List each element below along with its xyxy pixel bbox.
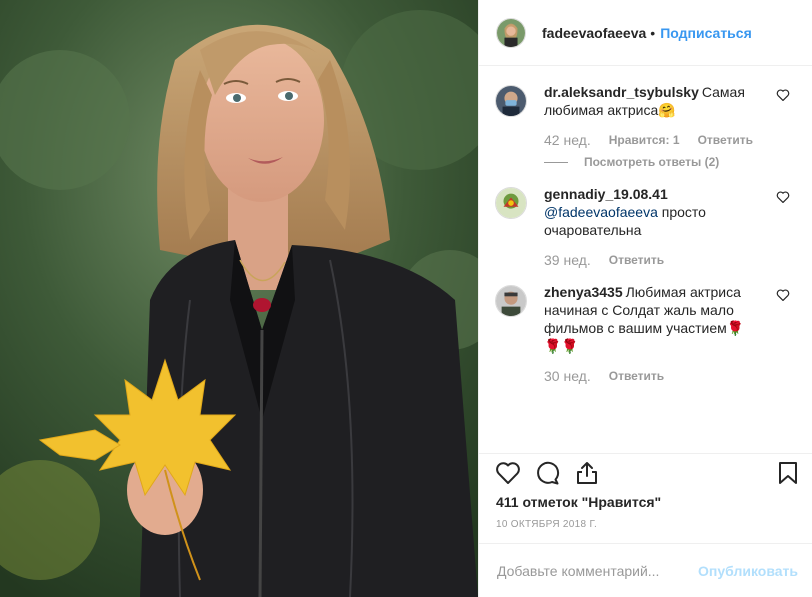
comment-text: dr.aleksandr_tsybulsky Самая любимая актр…: [544, 83, 754, 119]
reply-button[interactable]: Ответить: [698, 133, 753, 147]
reply-button[interactable]: Ответить: [609, 369, 664, 383]
post-sidebar: fadeevaofaeeva • Подписаться dr.aleksand…: [478, 0, 812, 597]
reply-button[interactable]: Ответить: [609, 253, 664, 267]
bookmark-icon[interactable]: [775, 460, 801, 486]
header-separator: •: [650, 24, 656, 41]
commenter-avatar[interactable]: [495, 187, 527, 219]
comments-list[interactable]: dr.aleksandr_tsybulsky Самая любимая актр…: [479, 67, 812, 452]
small-heart-icon[interactable]: [776, 191, 790, 203]
small-heart-icon[interactable]: [776, 289, 790, 301]
view-replies-label: Посмотреть ответы (2): [584, 155, 720, 169]
post-header: fadeevaofaeeva • Подписаться: [479, 0, 812, 66]
comment-meta: 39 нед. Ответить: [544, 253, 754, 267]
publish-button[interactable]: Опубликовать: [698, 563, 798, 579]
author-username[interactable]: fadeevaofaeeva: [542, 25, 646, 41]
commenter-avatar[interactable]: [495, 85, 527, 117]
small-heart-icon[interactable]: [776, 89, 790, 101]
comment-username[interactable]: dr.aleksandr_tsybulsky: [544, 84, 699, 100]
comment-text: gennadiy_19.08.41 @fadeevaofaeeva просто …: [544, 185, 754, 239]
comment-input[interactable]: [495, 561, 699, 580]
comment-meta: 30 нед. Ответить: [544, 369, 754, 383]
comment-time[interactable]: 42 нед.: [544, 133, 591, 147]
commenter-avatar[interactable]: [495, 285, 527, 317]
share-icon[interactable]: [574, 460, 600, 486]
post-actions: [479, 453, 812, 494]
comment-item: zhenya3435 Любимая актриса начиная с Солд…: [495, 283, 812, 383]
photo-image: [0, 0, 478, 597]
comment-meta: 42 нед. Нравится: 1 Ответить: [544, 133, 754, 147]
comment-item: dr.aleksandr_tsybulsky Самая любимая актр…: [495, 83, 812, 169]
likes-count[interactable]: 411 отметок "Нравится": [496, 494, 661, 510]
comment-time[interactable]: 30 нед.: [544, 369, 591, 383]
follow-button[interactable]: Подписаться: [660, 25, 752, 41]
replies-line: [544, 161, 568, 163]
comment-mention[interactable]: @fadeevaofaeeva: [544, 204, 658, 220]
post-date[interactable]: 10 октября 2018 г.: [496, 519, 597, 530]
comment-icon[interactable]: [535, 460, 561, 486]
heart-icon[interactable]: [495, 460, 521, 486]
comment-text: zhenya3435 Любимая актриса начиная с Солд…: [544, 283, 754, 355]
comment-username[interactable]: gennadiy_19.08.41: [544, 186, 668, 202]
author-avatar[interactable]: [496, 17, 526, 48]
comment-username[interactable]: zhenya3435: [544, 284, 623, 300]
comment-likes[interactable]: Нравится: 1: [609, 133, 680, 147]
post-photo[interactable]: [0, 0, 478, 597]
comment-time[interactable]: 39 нед.: [544, 253, 591, 267]
add-comment-bar: Опубликовать: [479, 543, 812, 597]
comment-item: gennadiy_19.08.41 @fadeevaofaeeva просто …: [495, 185, 812, 267]
view-replies-button[interactable]: Посмотреть ответы (2): [544, 155, 754, 169]
